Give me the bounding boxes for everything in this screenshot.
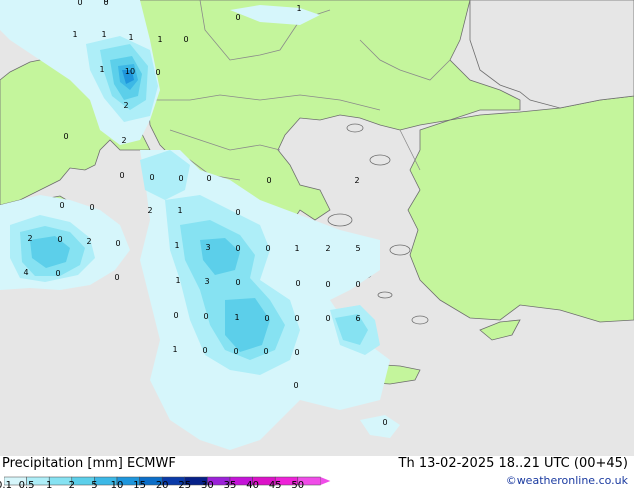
colorbar-tick-label: 5 xyxy=(91,480,98,491)
precip-value-label: 0 xyxy=(263,347,268,356)
precip-value-label: 1 xyxy=(72,30,77,39)
precip-value-label: 0 xyxy=(206,174,211,183)
precip-value-label: 1 xyxy=(157,35,162,44)
precip-value-label: 2 xyxy=(123,101,128,110)
colorbar-tick-label: 25 xyxy=(178,480,192,491)
title-text: Precipitation [mm] xyxy=(2,456,123,471)
precip-value-label: 5 xyxy=(355,244,360,253)
precip-value-label: 1 xyxy=(294,244,299,253)
colorbar-tick-label: 40 xyxy=(246,480,259,491)
precip-value-label: 0 xyxy=(114,273,119,282)
precip-value-label: 0 xyxy=(89,203,94,212)
colorbar-arrow xyxy=(320,477,331,485)
precip-value-label: 0 xyxy=(59,201,64,210)
precip-value-label: 0 xyxy=(295,279,300,288)
precip-value-label: 0 xyxy=(294,348,299,357)
footer-bar: Precipitation [mm] ECMWF Th 13-02-2025 1… xyxy=(0,456,634,491)
precip-value-label: 1 xyxy=(174,241,179,250)
colorbar-tick-label: 10 xyxy=(110,480,124,491)
precip-value-label: 6 xyxy=(355,314,360,323)
precip-value-label: 0 xyxy=(355,280,360,289)
model-name: ECMWF xyxy=(127,456,176,471)
colorbar-tick-label: 50 xyxy=(291,480,305,491)
precip-value-label: 1 xyxy=(296,4,301,13)
precip-value-label: 2 xyxy=(354,176,359,185)
map-title: Precipitation [mm] ECMWF xyxy=(2,456,176,471)
precip-value-label: 0 xyxy=(57,235,62,244)
precip-value-label: 0 xyxy=(149,173,154,182)
precip-value-label: 0 xyxy=(293,381,298,390)
precip-value-label: 0 xyxy=(183,35,188,44)
precip-value-label: 1 xyxy=(234,313,239,322)
precip-value-label: 1 xyxy=(172,345,177,354)
colorbar-tick-label: 0.5 xyxy=(18,480,35,491)
colorbar-tick-label: 15 xyxy=(133,480,146,491)
precip-value-label: 0 xyxy=(119,171,124,180)
precip-value-label: 1 xyxy=(128,33,133,42)
colorbar-tick-label: 35 xyxy=(223,480,237,491)
precip-value-label: 0 xyxy=(203,312,208,321)
precip-value-label: 0 xyxy=(235,13,240,22)
precip-value-label: 3 xyxy=(205,243,210,252)
precip-value-label: 2 xyxy=(121,136,126,145)
precip-value-label: 10 xyxy=(125,67,135,76)
precip-value-label: 0 xyxy=(264,314,269,323)
precip-value-label: 0 xyxy=(325,314,330,323)
precip-value-label: 2 xyxy=(27,234,32,243)
precip-value-label: 0 xyxy=(266,176,271,185)
credit-link[interactable]: ©weatheronline.co.uk xyxy=(506,474,628,487)
valid-time: Th 13-02-2025 18..21 UTC (00+45) xyxy=(398,456,629,471)
precip-value-label: 1 xyxy=(101,30,106,39)
precip-value-label: 2 xyxy=(147,206,152,215)
precip-value-label: 0 xyxy=(325,280,330,289)
precip-value-label: 0 xyxy=(55,269,60,278)
precip-value-label: 1 xyxy=(175,276,180,285)
precip-value-label: 0 xyxy=(265,244,270,253)
colorbar xyxy=(3,472,334,491)
colorbar-tick-label: 45 xyxy=(268,480,282,491)
precip-value-label: 0 xyxy=(235,208,240,217)
precip-value-label: 0 xyxy=(233,347,238,356)
land-turkey xyxy=(407,95,634,323)
precip-value-label: 2 xyxy=(325,244,330,253)
colorbar-tick-label: 20 xyxy=(155,480,169,491)
precip-value-label: 2 xyxy=(86,237,91,246)
colorbar-tick-label: 1 xyxy=(46,480,53,491)
precip-value-label: 1 xyxy=(177,206,182,215)
precip-value-label: 0 xyxy=(382,418,387,427)
precip-value-label: 0 xyxy=(235,278,240,287)
precipitation-map: 1111111002002000002102000130012500130000… xyxy=(0,0,634,456)
colorbar-tick-label: 30 xyxy=(201,480,214,491)
precip-value-label: 0 xyxy=(115,239,120,248)
precip-value-label: 0 xyxy=(103,0,108,7)
precip-value-label: 0 xyxy=(63,132,68,141)
precip-value-label: 1 xyxy=(99,65,104,74)
precip-value-label: 0 xyxy=(235,244,240,253)
precip-value-label: 0 xyxy=(294,314,299,323)
precip-value-label: 0 xyxy=(173,311,178,320)
precip-value-label: 4 xyxy=(23,268,28,277)
precip-value-label: 3 xyxy=(204,277,209,286)
colorbar-tick-label: 2 xyxy=(68,480,75,491)
precip-value-label: 0 xyxy=(155,68,160,77)
colorbar-tick-label: 0.1 xyxy=(0,480,12,491)
precip-value-label: 0 xyxy=(178,174,183,183)
precip-value-label: 0 xyxy=(77,0,82,7)
precip-value-label: 0 xyxy=(202,346,207,355)
